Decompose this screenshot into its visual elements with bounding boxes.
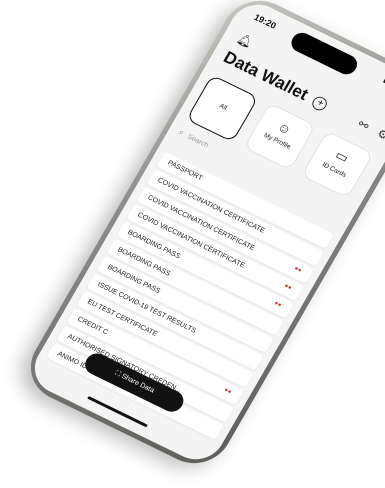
bell-icon[interactable]: 🔔︎ [235, 31, 256, 50]
connect-icon[interactable]: ⚯ [355, 117, 371, 134]
search-placeholder: Search [185, 133, 210, 150]
flag-icon: ●● [222, 387, 233, 396]
tab-my-profile[interactable]: ☺ My Profile [243, 102, 317, 171]
tab-all-label: All [218, 102, 229, 112]
flag-icon: ●● [272, 300, 283, 309]
header-actions: ⚯ ⚙ [348, 113, 385, 143]
add-icon[interactable]: + [310, 94, 330, 113]
gear-icon[interactable]: ⚙ [375, 126, 385, 143]
status-time: 19:20 [252, 11, 278, 31]
tab-all[interactable]: All [185, 74, 259, 143]
tab-id-cards[interactable]: ▭ ID Cards [300, 130, 374, 199]
flag-icon: ●● [292, 265, 303, 275]
search-icon: ⌕ [176, 126, 187, 138]
flag-icon: ●● [282, 283, 293, 292]
phone-screen: 19:20 ▮ ◠ ▭ 🔔︎ Data Wallet + ⚯ ⚙ All ☺ M… [24, 0, 385, 469]
phone-device: 19:20 ▮ ◠ ▭ 🔔︎ Data Wallet + ⚯ ⚙ All ☺ M… [17, 0, 385, 476]
